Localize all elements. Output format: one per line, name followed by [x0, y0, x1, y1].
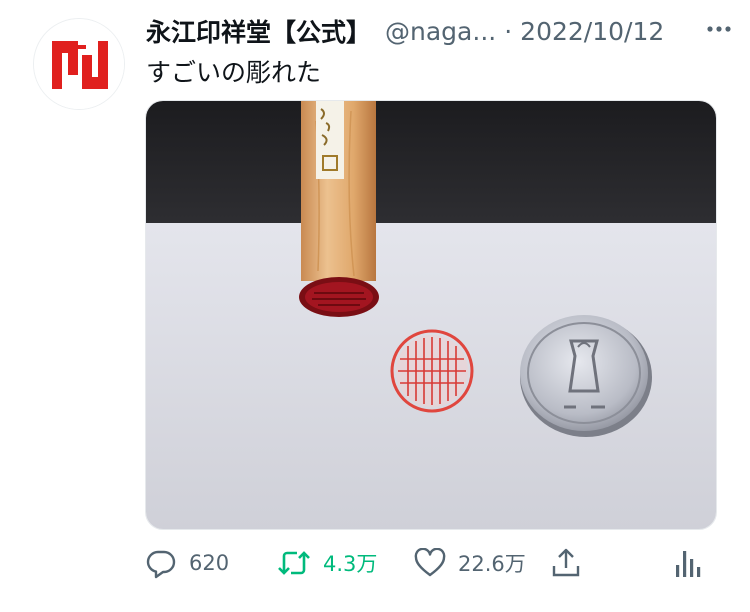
reply-count: 620 [189, 551, 230, 575]
avatar[interactable] [33, 18, 125, 110]
display-name[interactable]: 永江印祥堂【公式】 [146, 13, 371, 49]
analytics-icon [675, 547, 703, 579]
separator-dot: · [504, 16, 513, 46]
like-button[interactable]: 22.6万 [414, 543, 526, 583]
tweet-date[interactable]: 2022/10/12 [520, 17, 664, 46]
reply-button[interactable]: 620 [145, 543, 229, 583]
share-button[interactable] [551, 543, 581, 583]
analytics-button[interactable] [675, 543, 703, 583]
heart-icon [414, 548, 446, 578]
hanko-photo [146, 101, 716, 529]
share-icon [551, 547, 581, 579]
retweet-icon [277, 547, 311, 579]
user-handle[interactable]: @naga... [385, 17, 496, 46]
tweet-header: 永江印祥堂【公式】 @naga... · 2022/10/12 [146, 13, 730, 49]
naganoe-logo-icon [34, 19, 124, 109]
retweet-button[interactable]: 4.3万 [277, 543, 377, 583]
reply-icon [145, 547, 177, 579]
more-button[interactable] [704, 14, 734, 44]
action-bar: 620 4.3万 22.6万 [145, 543, 705, 583]
retweet-count: 4.3万 [323, 552, 378, 576]
tweet-photo[interactable] [145, 100, 717, 530]
tweet-text: すごいの彫れた [146, 58, 322, 87]
like-count: 22.6万 [458, 552, 526, 576]
more-icon [707, 26, 731, 32]
